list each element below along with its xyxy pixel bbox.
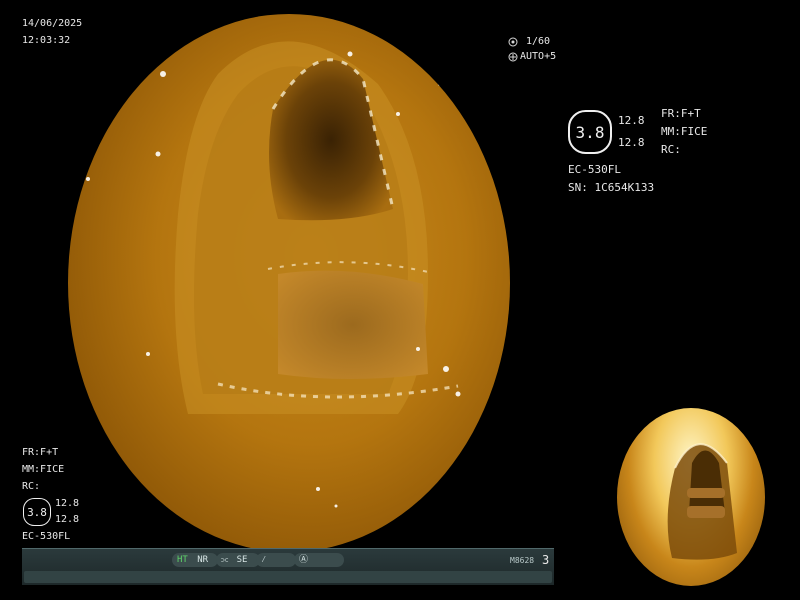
iris-mode: AUTO+5 xyxy=(520,51,557,62)
left-measure-mode: MM:FICE xyxy=(22,464,65,475)
edge-enhance-icon: ⫗ xyxy=(221,555,229,564)
rc-label: RC: xyxy=(661,143,681,156)
scope-model: EC-530FL xyxy=(568,163,621,176)
shutter-speed: 1/60 xyxy=(526,36,551,47)
endoscope-thumbnail-view xyxy=(617,408,765,586)
left-rc-label: RC: xyxy=(22,481,41,492)
time-text: 12:03:32 xyxy=(22,35,71,46)
se-indicator: ⫗ SE xyxy=(216,553,260,567)
status-bar-lower-strip xyxy=(24,571,552,583)
zoom-bottom-value: 12.8 xyxy=(618,136,645,149)
page-number: 3 xyxy=(542,553,550,567)
left-zoom-badge: 3.8 xyxy=(23,498,51,526)
left-scope-model: EC-530FL xyxy=(22,531,71,542)
record-indicator: Ⓐ xyxy=(294,553,344,567)
left-frame-mode: FR:F+T xyxy=(22,447,59,458)
endoscope-main-view xyxy=(68,14,510,552)
ht-label: HT xyxy=(177,555,188,565)
brightness-icon: ⁄ xyxy=(261,555,267,565)
serial-number: SN: 1C654K133 xyxy=(568,181,655,194)
status-bar: HT NR ⫗ SE ⁄ Ⓐ M8628 3 xyxy=(22,548,554,585)
frame-mode: FR:F+T xyxy=(661,107,701,120)
left-zoom-top: 12.8 xyxy=(55,498,80,509)
brightness-indicator: ⁄ xyxy=(256,553,296,567)
left-zoom-bottom: 12.8 xyxy=(55,514,80,525)
se-label: SE xyxy=(236,555,248,565)
zoom-badge: 3.8 xyxy=(568,110,612,154)
left-zoom-value: 3.8 xyxy=(27,505,47,519)
zoom-value: 3.8 xyxy=(575,122,605,142)
nr-label: NR xyxy=(197,555,209,565)
zoom-top-value: 12.8 xyxy=(618,114,645,127)
measure-mode: MM:FICE xyxy=(661,125,708,138)
record-icon: Ⓐ xyxy=(299,555,309,565)
ht-nr-indicator: HT NR xyxy=(172,553,218,567)
exposure-readout: 1/60 AUTO+5 xyxy=(508,34,568,66)
code-label: M8628 xyxy=(510,556,535,565)
